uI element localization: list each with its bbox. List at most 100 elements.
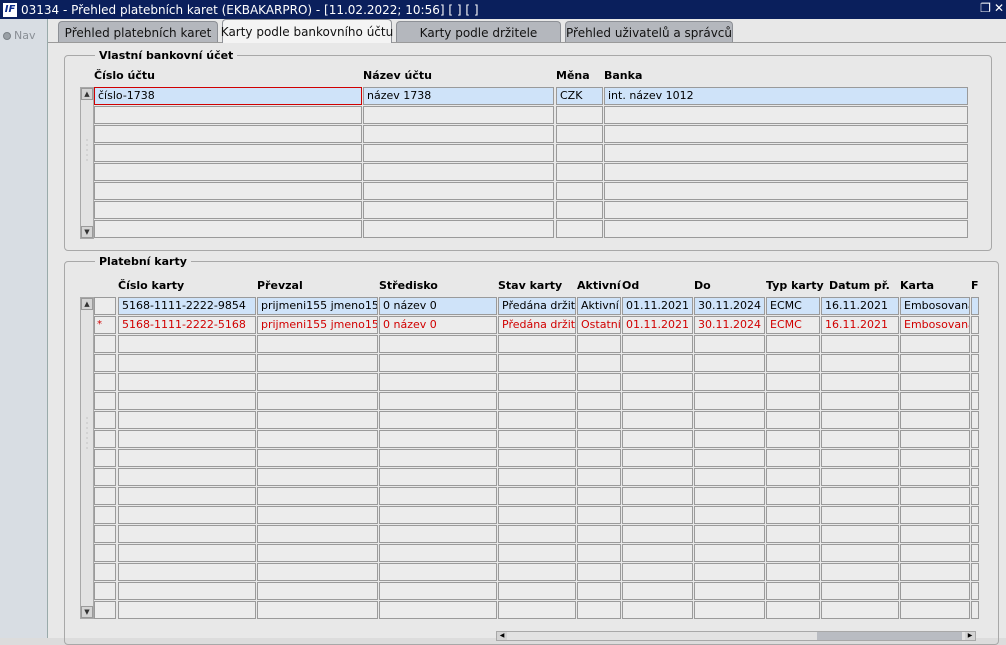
empty-cell[interactable]	[766, 335, 820, 353]
card-stredisko-field[interactable]: 0 název 0	[379, 316, 497, 334]
empty-cell[interactable]	[622, 544, 693, 562]
empty-cell[interactable]	[257, 563, 378, 581]
empty-cell[interactable]	[766, 373, 820, 391]
empty-cell[interactable]	[577, 430, 621, 448]
empty-cell[interactable]	[577, 544, 621, 562]
record-indicator[interactable]: *	[94, 316, 116, 334]
card-extra-field[interactable]	[971, 297, 979, 315]
empty-cell[interactable]	[118, 525, 256, 543]
empty-cell[interactable]	[821, 525, 899, 543]
empty-cell[interactable]	[118, 487, 256, 505]
empty-cell[interactable]	[604, 163, 968, 181]
card-aktivni-field[interactable]: Aktivní	[577, 297, 621, 315]
empty-cell[interactable]	[94, 125, 362, 143]
scroll-thumb[interactable]	[817, 632, 962, 640]
empty-cell[interactable]	[257, 354, 378, 372]
empty-cell[interactable]	[363, 220, 554, 238]
empty-cell[interactable]	[900, 487, 970, 505]
card-prevzal-field[interactable]: prijmeni155 jmeno155 (	[257, 297, 378, 315]
empty-cell[interactable]	[766, 506, 820, 524]
empty-cell[interactable]	[118, 449, 256, 467]
empty-cell[interactable]	[971, 487, 979, 505]
empty-cell[interactable]	[257, 468, 378, 486]
empty-cell[interactable]	[900, 582, 970, 600]
empty-cell[interactable]	[577, 449, 621, 467]
record-indicator[interactable]	[94, 449, 116, 467]
empty-cell[interactable]	[577, 563, 621, 581]
empty-cell[interactable]	[622, 373, 693, 391]
record-indicator[interactable]	[94, 525, 116, 543]
empty-cell[interactable]	[821, 335, 899, 353]
empty-cell[interactable]	[971, 354, 979, 372]
empty-cell[interactable]	[118, 335, 256, 353]
empty-cell[interactable]	[766, 563, 820, 581]
card-number-field[interactable]: 5168-1111-2222-9854	[118, 297, 256, 315]
empty-cell[interactable]	[498, 601, 576, 619]
empty-cell[interactable]	[622, 601, 693, 619]
empty-cell[interactable]	[94, 182, 362, 200]
empty-cell[interactable]	[622, 582, 693, 600]
scroll-grip-icon[interactable]: · · · · · · ·	[83, 415, 91, 453]
scroll-down-icon[interactable]: ▼	[81, 226, 93, 238]
empty-cell[interactable]	[363, 106, 554, 124]
empty-cell[interactable]	[821, 506, 899, 524]
empty-cell[interactable]	[900, 430, 970, 448]
scroll-right-icon[interactable]: ▶	[965, 632, 975, 640]
empty-cell[interactable]	[694, 525, 765, 543]
empty-cell[interactable]	[257, 392, 378, 410]
card-stredisko-field[interactable]: 0 název 0	[379, 297, 497, 315]
empty-cell[interactable]	[900, 601, 970, 619]
empty-cell[interactable]	[379, 563, 497, 581]
record-indicator[interactable]	[94, 487, 116, 505]
card-datum-field[interactable]: 16.11.2021	[821, 316, 899, 334]
empty-cell[interactable]	[971, 411, 979, 429]
empty-cell[interactable]	[577, 525, 621, 543]
empty-cell[interactable]	[604, 182, 968, 200]
empty-cell[interactable]	[622, 411, 693, 429]
card-karta-field[interactable]: Embosovaná	[900, 316, 970, 334]
empty-cell[interactable]	[118, 544, 256, 562]
empty-cell[interactable]	[257, 506, 378, 524]
tab-prehled-platebnich-karet[interactable]: Přehled platebních karet	[58, 21, 218, 43]
empty-cell[interactable]	[821, 601, 899, 619]
empty-cell[interactable]	[622, 335, 693, 353]
empty-cell[interactable]	[971, 392, 979, 410]
empty-cell[interactable]	[971, 582, 979, 600]
cards-scrollbar[interactable]: ▲ · · · · · · · ▼	[80, 297, 94, 619]
empty-cell[interactable]	[971, 430, 979, 448]
empty-cell[interactable]	[363, 144, 554, 162]
card-typ-field[interactable]: ECMC	[766, 316, 820, 334]
empty-cell[interactable]	[556, 182, 603, 200]
empty-cell[interactable]	[971, 544, 979, 562]
empty-cell[interactable]	[379, 525, 497, 543]
account-banka-field[interactable]: int. název 1012	[604, 87, 968, 105]
empty-cell[interactable]	[556, 201, 603, 219]
record-indicator[interactable]	[94, 430, 116, 448]
empty-cell[interactable]	[604, 106, 968, 124]
empty-cell[interactable]	[821, 563, 899, 581]
empty-cell[interactable]	[694, 582, 765, 600]
empty-cell[interactable]	[694, 354, 765, 372]
record-indicator[interactable]	[94, 601, 116, 619]
empty-cell[interactable]	[900, 563, 970, 581]
empty-cell[interactable]	[363, 201, 554, 219]
empty-cell[interactable]	[622, 354, 693, 372]
empty-cell[interactable]	[577, 506, 621, 524]
card-stav-field[interactable]: Předána držiteli	[498, 316, 576, 334]
record-indicator[interactable]	[94, 582, 116, 600]
empty-cell[interactable]	[577, 487, 621, 505]
empty-cell[interactable]	[971, 601, 979, 619]
empty-cell[interactable]	[94, 144, 362, 162]
empty-cell[interactable]	[622, 525, 693, 543]
empty-cell[interactable]	[900, 373, 970, 391]
empty-cell[interactable]	[577, 392, 621, 410]
restore-window-icon[interactable]: ❐	[980, 1, 991, 15]
empty-cell[interactable]	[363, 163, 554, 181]
empty-cell[interactable]	[694, 411, 765, 429]
scroll-left-icon[interactable]: ◀	[497, 632, 507, 640]
empty-cell[interactable]	[766, 449, 820, 467]
record-indicator[interactable]	[94, 411, 116, 429]
empty-cell[interactable]	[622, 487, 693, 505]
empty-cell[interactable]	[971, 525, 979, 543]
account-mena-field[interactable]: CZK	[556, 87, 603, 105]
